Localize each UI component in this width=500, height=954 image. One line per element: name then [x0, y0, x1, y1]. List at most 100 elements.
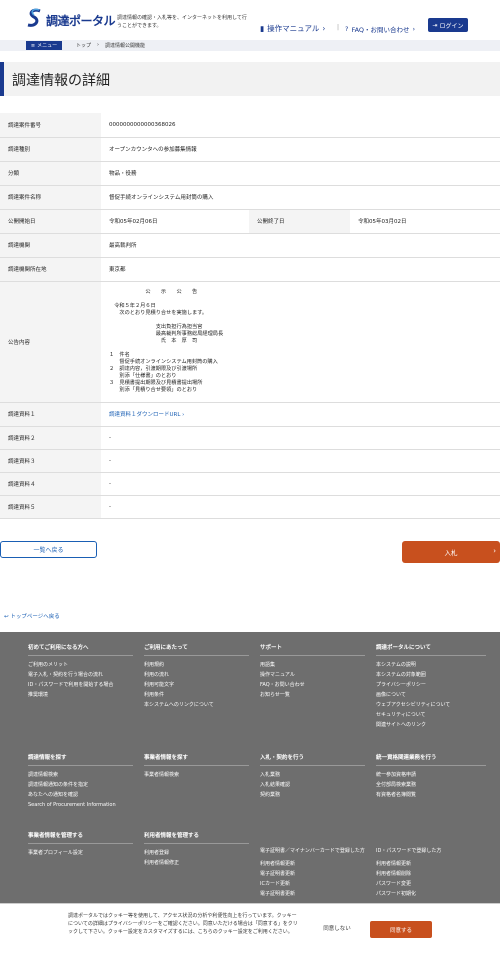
- footer-link[interactable]: 利用者情報削除: [376, 869, 486, 879]
- footer-link[interactable]: 有資格者名簿閲覧: [376, 790, 486, 800]
- org-label: 調達機関: [0, 233, 101, 258]
- footer-link[interactable]: 本システムの説明: [376, 660, 486, 670]
- logo-icon: [27, 8, 41, 27]
- footer-col-support: サポート 用語集 操作マニュアル FAQ・お問い合わせ お知らせ一覧: [260, 644, 365, 700]
- doc1-download-link[interactable]: 調達資料１ダウンロードURL: [109, 412, 180, 418]
- footer-link[interactable]: ID・パスワードで利用を開始する場合: [28, 680, 133, 690]
- manual-link[interactable]: ▮ 操作マニュアル ›: [260, 23, 325, 34]
- footer-link[interactable]: 調達情報通知の条件を指定: [28, 780, 133, 790]
- footer-col-business-search: 事業者情報を探す 事業者情報検索: [144, 754, 249, 780]
- footer-link[interactable]: 利用条件: [144, 690, 249, 700]
- footer-link[interactable]: 入札結果確認: [260, 780, 365, 790]
- cookie-banner: 調達ポータルではクッキー等を使用して、アクセス状況の分析や利便性向上を行っていま…: [0, 903, 500, 954]
- back-to-list-button[interactable]: 一覧へ戻る: [0, 541, 97, 558]
- footer-heading: 調達ポータルについて: [376, 644, 486, 656]
- bid-button[interactable]: 入札 ›: [402, 541, 500, 563]
- footer-link[interactable]: 調達情報検索: [28, 770, 133, 780]
- footer-link[interactable]: 統一参加資格申請: [376, 770, 486, 780]
- footer-col-search: 調達情報を探す 調達情報検索 調達情報通知の条件を指定 あなたへの通知を確認 S…: [28, 754, 133, 810]
- footer-link[interactable]: Search of Procurement Information: [28, 800, 133, 810]
- menu-button[interactable]: ≡ メニュー: [26, 41, 62, 50]
- end-label: 公開終了日: [249, 209, 350, 234]
- footer-link[interactable]: 電子証明書更新: [260, 869, 365, 879]
- footer-link[interactable]: プライバシーポリシー: [376, 680, 486, 690]
- footer-link[interactable]: 利用規約: [144, 660, 249, 670]
- footer-heading: 事業者情報を探す: [144, 754, 249, 766]
- divider: |: [337, 24, 340, 31]
- footer-link[interactable]: パスワード初期化: [376, 889, 486, 899]
- footer-heading: サポート: [260, 644, 365, 656]
- category-label: 分類: [0, 161, 101, 186]
- footer-link[interactable]: あなたへの通知を確認: [28, 790, 133, 800]
- footer-heading: 利用者情報を管理する: [144, 832, 249, 844]
- footer-link[interactable]: 利用者情報更新: [260, 859, 365, 869]
- case-no-label: 調達案件番号: [0, 113, 101, 138]
- footer-link[interactable]: 利用者登録: [144, 848, 249, 858]
- hamburger-icon: ≡: [30, 42, 36, 49]
- type-label: 調達種別: [0, 137, 101, 162]
- doc5-label: 調達資料５: [0, 495, 101, 519]
- footer-heading: 入札・契約を行う: [260, 754, 365, 766]
- footer-col-about: 調達ポータルについて 本システムの説明 本システムの対象範囲 プライバシーポリシ…: [376, 644, 486, 730]
- doc5-value: -: [101, 495, 500, 519]
- footer-link[interactable]: 本システムへのリンクについて: [144, 700, 249, 710]
- footer-link[interactable]: 電子入札・契約を行う場合の流れ: [28, 670, 133, 680]
- footer-link[interactable]: 利用可能文字: [144, 680, 249, 690]
- footer-heading: 初めてご利用になる方へ: [28, 644, 133, 656]
- footer-link[interactable]: ご利用のメリット: [28, 660, 133, 670]
- faq-link[interactable]: ? FAQ・お問い合わせ ›: [345, 24, 415, 34]
- start-value: 令和05年02月06日: [101, 209, 249, 234]
- footer-link[interactable]: パスワード変更: [376, 879, 486, 889]
- footer-subheading: ID・パスワードで登録した方: [376, 848, 442, 854]
- footer-link[interactable]: 事業者プロフィール設定: [28, 848, 133, 858]
- footer-link[interactable]: 用語集: [260, 660, 365, 670]
- page-title-bar: 調達情報の詳細: [0, 62, 500, 96]
- footer-col-cert-users: 電子証明書／マイナンバーカードで登録した方 利用者情報更新 電子証明書更新 IC…: [260, 848, 365, 899]
- footer-col-qualification: 統一資格関連業務を行う 統一参加資格申請 全付部局検索業務 有資格者名簿閲覧: [376, 754, 486, 800]
- footer-heading: 調達情報を探す: [28, 754, 133, 766]
- footer-subheading: 電子証明書／マイナンバーカードで登録した方: [260, 848, 365, 854]
- category-value: 物品・役務: [101, 161, 500, 186]
- breadcrumb: ≡ メニュー トップ › 調達情報公開機能: [0, 40, 500, 51]
- question-icon: ?: [345, 25, 349, 33]
- footer-link[interactable]: 画像について: [376, 690, 486, 700]
- footer-heading: 統一資格関連業務を行う: [376, 754, 486, 766]
- cookie-accept-button[interactable]: 同意する: [370, 921, 432, 938]
- footer-link[interactable]: ICカード更新: [260, 879, 365, 889]
- footer-link[interactable]: ウェブアクセシビリティについて: [376, 700, 486, 710]
- footer-link[interactable]: FAQ・お問い合わせ: [260, 680, 365, 690]
- footer-link[interactable]: 契約業務: [260, 790, 365, 800]
- footer-link[interactable]: お知らせ一覧: [260, 690, 365, 700]
- footer-link[interactable]: セキュリティについて: [376, 710, 486, 720]
- footer-link[interactable]: 電子証明書更新: [260, 889, 365, 899]
- footer-link[interactable]: 利用者情報修正: [144, 858, 249, 868]
- notice-value: 公 示 公 告 令和５年２月６日 次のとおり見積り合せを実施します。 支出負担行…: [109, 289, 224, 393]
- back-to-top-link[interactable]: ↩ トップページへ戻る: [4, 612, 60, 620]
- footer-link[interactable]: 事業者情報検索: [144, 770, 249, 780]
- login-button[interactable]: ⇥ ログイン: [428, 18, 468, 32]
- doc3-label: 調達資料３: [0, 449, 101, 473]
- page-title: 調達情報の詳細: [12, 73, 110, 89]
- footer-link[interactable]: 操作マニュアル: [260, 670, 365, 680]
- footer-link[interactable]: 利用者情報更新: [376, 859, 486, 869]
- footer-link[interactable]: 利用の流れ: [144, 670, 249, 680]
- start-label: 公開開始日: [0, 209, 101, 234]
- chevron-right-icon: ›: [412, 25, 416, 33]
- footer-link[interactable]: 関連サイトへのリンク: [376, 720, 486, 730]
- doc2-label: 調達資料２: [0, 426, 101, 450]
- doc4-value: -: [101, 472, 500, 496]
- chevron-right-icon: ›: [97, 42, 100, 48]
- loc-value: 東京都: [101, 257, 500, 282]
- breadcrumb-top[interactable]: トップ: [76, 42, 91, 49]
- cookie-decline-button[interactable]: 同意しない: [302, 921, 372, 935]
- site-header: 調達ポータル 調達情報の確認・入札等を、インターネットを利用して行うことができま…: [0, 0, 500, 40]
- chevron-right-icon: ›: [493, 547, 496, 555]
- footer-link[interactable]: 入札業務: [260, 770, 365, 780]
- chevron-right-icon: ›: [180, 412, 185, 418]
- footer-heading: 事業者情報を管理する: [28, 832, 133, 844]
- site-logo[interactable]: 調達ポータル: [46, 12, 116, 29]
- footer-link[interactable]: 全付部局検索業務: [376, 780, 486, 790]
- footer-link[interactable]: 本システムの対象範囲: [376, 670, 486, 680]
- footer-link[interactable]: 推奨環境: [28, 690, 133, 700]
- org-value: 最高裁判所: [101, 233, 500, 258]
